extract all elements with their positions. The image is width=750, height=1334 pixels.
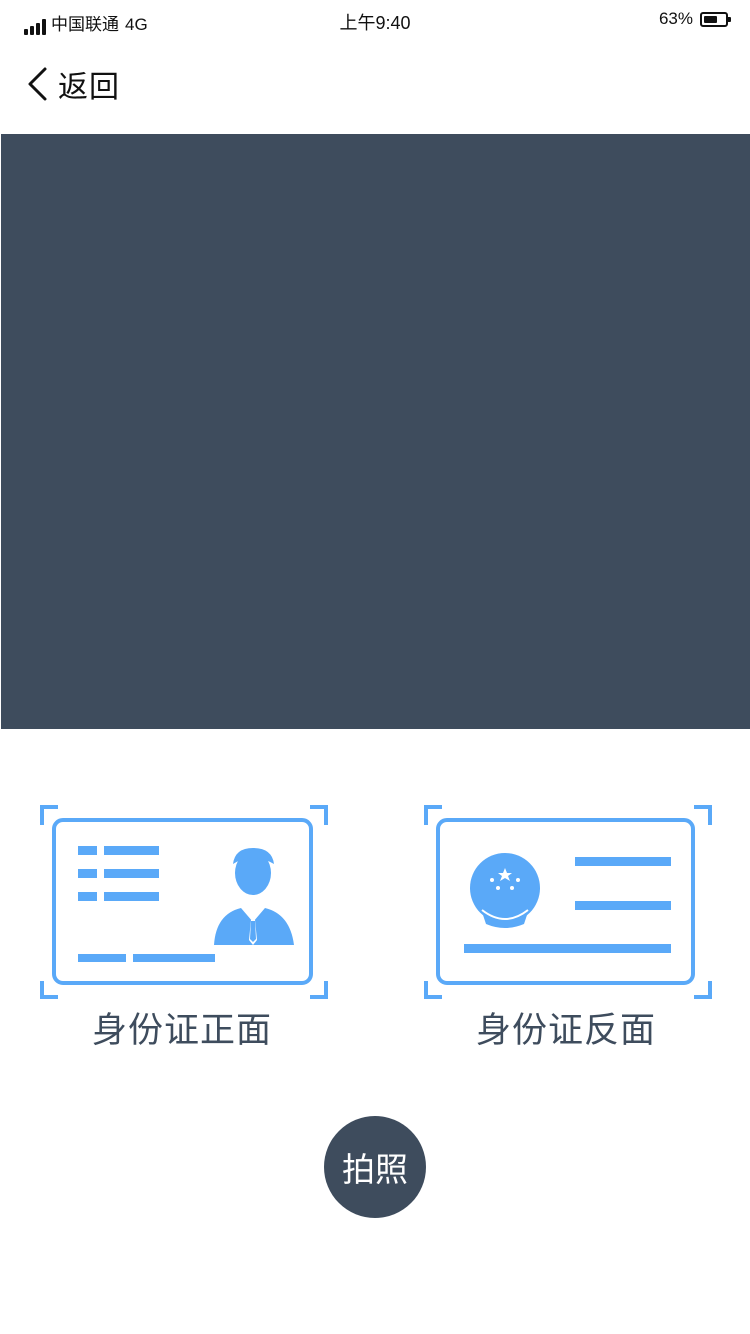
status-bar: 中国联通 4G 上午9:40 63% xyxy=(0,0,750,40)
back-label: 返回 xyxy=(58,71,120,104)
chevron-left-icon xyxy=(28,67,47,101)
status-time: 上午9:40 xyxy=(339,13,411,33)
id-card-front-icon xyxy=(40,805,328,999)
camera-preview xyxy=(1,134,750,729)
id-card-back-icon xyxy=(424,805,712,999)
id-front-label: 身份证正面 xyxy=(91,1011,272,1050)
battery-fill xyxy=(704,15,717,23)
id-front-option[interactable]: 身份证正面 xyxy=(36,800,336,1050)
capture-button[interactable]: 拍照 xyxy=(324,1116,426,1218)
id-back-option[interactable]: 身份证反面 xyxy=(420,800,720,1050)
id-back-label: 身份证反面 xyxy=(475,1011,656,1050)
nav-bar: 返回 xyxy=(0,48,750,120)
back-button[interactable]: 返回 xyxy=(24,62,120,106)
status-right: 63% xyxy=(658,9,731,29)
battery-percent: 63% xyxy=(658,9,693,28)
battery-icon xyxy=(700,11,731,27)
